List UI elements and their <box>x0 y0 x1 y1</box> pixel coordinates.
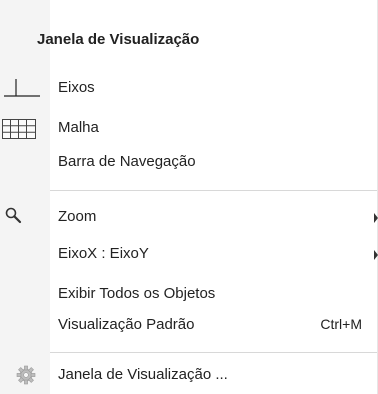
menu-item-standard-view[interactable]: Visualização Padrão Ctrl+M <box>0 312 378 340</box>
menu-item-xaxis-yaxis[interactable]: EixoX : EixoY <box>0 241 378 269</box>
submenu-arrow-icon <box>374 250 378 260</box>
grid-icon <box>0 115 44 143</box>
menu-item-label: Exibir Todos os Objetos <box>58 285 216 302</box>
menu-separator <box>50 190 377 191</box>
menu-item-zoom[interactable]: Zoom <box>0 204 378 232</box>
submenu-arrow-icon <box>374 213 378 223</box>
menu-item-navigation-bar[interactable]: Barra de Navegação <box>0 149 378 177</box>
menu-item-label: Zoom <box>58 208 97 225</box>
zoom-icon <box>0 204 44 232</box>
menu-item-label: Visualização Padrão <box>58 316 195 333</box>
menu-item-graphics-settings[interactable]: Janela de Visualização ... <box>0 362 378 390</box>
gear-icon <box>0 362 44 390</box>
menu-item-label: Barra de Navegação <box>58 153 196 170</box>
menu-separator <box>50 352 377 353</box>
menu-item-grid[interactable]: Malha <box>0 115 378 143</box>
menu-title: Janela de Visualização <box>37 31 200 48</box>
menu-item-show-all-objects[interactable]: Exibir Todos os Objetos <box>0 281 378 309</box>
graphics-view-context-menu: Janela de Visualização Eixos Malha Barra <box>0 0 378 394</box>
menu-item-label: Janela de Visualização ... <box>58 366 228 383</box>
axes-icon <box>0 75 44 103</box>
menu-item-axes[interactable]: Eixos <box>0 75 378 103</box>
menu-item-label: EixoX : EixoY <box>58 245 149 262</box>
menu-item-shortcut: Ctrl+M <box>320 316 362 332</box>
menu-item-label: Eixos <box>58 79 95 96</box>
menu-item-label: Malha <box>58 119 99 136</box>
